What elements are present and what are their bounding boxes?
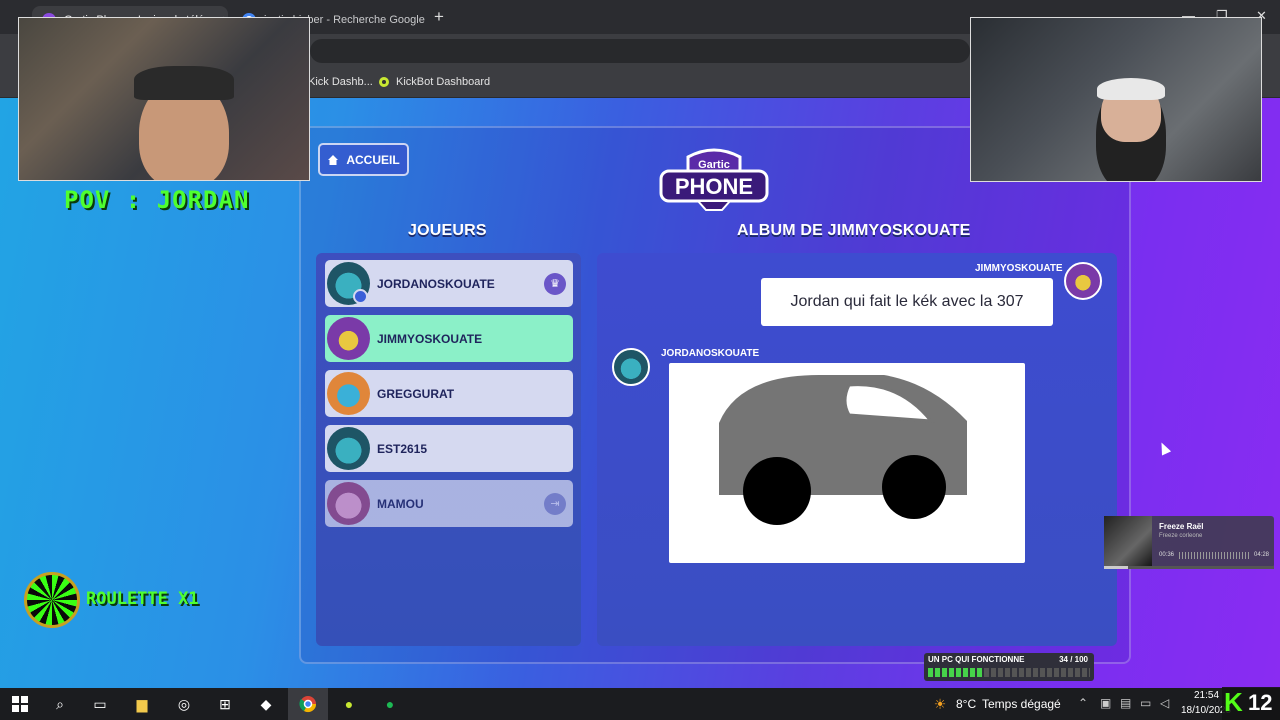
- player-name: EST2615: [377, 441, 428, 456]
- player-row-jordanoskouate[interactable]: JORDANOSKOUATE ♛: [325, 260, 573, 307]
- now-playing-widget: Freeze Raël Freeze corleone 00:36 04:28: [1104, 516, 1274, 569]
- home-icon: [328, 154, 339, 165]
- tray-chevron-icon[interactable]: ⌃: [1078, 696, 1088, 710]
- spotify-icon[interactable]: ●: [380, 694, 400, 714]
- kickbot-icon: [379, 77, 389, 87]
- webcam-left: [18, 17, 310, 181]
- taskbar: ⌕ ▭ ▆ ◎ ⊞ ◆ ● ● ☀ 8°C Temps dégagé ⌃ ▣ ▤…: [0, 688, 1280, 720]
- crown-icon: ♛: [544, 272, 566, 295]
- prompt-bubble: Jordan qui fait le kék avec la 307: [761, 278, 1053, 326]
- app-grid-icon[interactable]: ⊞: [215, 694, 235, 714]
- player-row-mamou[interactable]: MAMOU ⇥: [325, 480, 573, 527]
- hat-shape: [134, 66, 234, 100]
- host-badge-icon: [353, 289, 368, 304]
- obs-icon[interactable]: ◎: [174, 694, 194, 714]
- prompt-author-avatar: [1064, 262, 1102, 300]
- drawing-canvas: UN PC QUI FONCTIONNE 34 / 100: [669, 363, 1094, 681]
- player-row-greggurat[interactable]: GREGGURAT: [325, 370, 573, 417]
- chrome-icon[interactable]: [298, 694, 318, 714]
- leave-icon: ⇥: [544, 492, 566, 515]
- avatar: [327, 427, 370, 470]
- bookmark-kick-dashboard[interactable]: Kick Dashb...: [308, 76, 373, 88]
- webcam-right: [970, 17, 1262, 182]
- achievement-progress: [928, 668, 1090, 677]
- player-name: MAMOU: [377, 496, 424, 511]
- weather-temp: 8°C: [956, 697, 977, 711]
- achievement-label: UN PC QUI FONCTIONNE: [928, 655, 1025, 664]
- song-elapsed: 00:36: [1159, 552, 1175, 558]
- weather-icon: ☀: [933, 695, 947, 712]
- address-input[interactable]: [310, 39, 970, 63]
- song-duration: 04:28: [1254, 552, 1270, 558]
- task-view-icon[interactable]: ▭: [90, 694, 110, 714]
- players-heading: JOUEURS: [408, 222, 487, 239]
- app-icon[interactable]: ◆: [256, 694, 276, 714]
- kick-viewer-count: 12: [1248, 690, 1273, 715]
- player-row-est2615[interactable]: EST2615: [325, 425, 573, 472]
- player-name: GREGGURAT: [377, 386, 455, 401]
- avatar: [327, 317, 370, 360]
- logo-bottom-text: PHONE: [675, 174, 753, 199]
- avatar: [327, 482, 370, 525]
- weather-description: Temps dégagé: [982, 697, 1061, 711]
- logo-top-text: Gartic: [698, 159, 730, 171]
- kickbot-taskbar-icon[interactable]: ●: [339, 694, 359, 714]
- waveform: [1179, 552, 1249, 559]
- song-artist: Freeze corleone: [1159, 533, 1203, 539]
- album-heading: ALBUM DE JIMMYOSKOUATE: [737, 222, 971, 239]
- player-name: JIMMYOSKOUATE: [377, 331, 483, 346]
- windows-start-icon[interactable]: [10, 694, 30, 714]
- bookmark-kickbot-dashboard[interactable]: KickBot Dashboard: [378, 76, 490, 88]
- volume-icon[interactable]: ◁: [1160, 696, 1169, 710]
- pov-label: POV : JORDAN: [64, 186, 250, 214]
- car-drawing: [719, 375, 967, 525]
- avatar: [327, 372, 370, 415]
- gartic-phone-logo: Gartic PHONE: [659, 148, 769, 211]
- home-button[interactable]: ACCUEIL: [318, 143, 409, 176]
- drawing-author-avatar: [612, 348, 650, 386]
- kick-viewer-badge: K 12: [1222, 687, 1280, 720]
- roulette-label: ROULETTE X1: [86, 589, 199, 609]
- roulette-wheel-icon: [24, 572, 80, 628]
- search-icon[interactable]: ⌕: [50, 694, 70, 714]
- player-name: JORDANOSKOUATE: [377, 276, 495, 291]
- player-row-jimmyoskouate[interactable]: JIMMYOSKOUATE: [325, 315, 573, 362]
- achievement-progress-fill: [928, 668, 984, 677]
- achievement-count: 34 / 100: [1059, 655, 1088, 664]
- drawing-author: JORDANOSKOUATE: [661, 348, 760, 359]
- album-panel: JIMMYOSKOUATE Jordan qui fait le kék ave…: [597, 253, 1117, 681]
- tray-app-icon[interactable]: ▣: [1100, 696, 1111, 710]
- achievement-toast: UN PC QUI FONCTIONNE 34 / 100: [924, 653, 1094, 681]
- kick-logo-icon: K: [1224, 687, 1243, 717]
- prompt-author: JIMMYOSKOUATE: [975, 263, 1063, 274]
- cap-shape: [1097, 78, 1165, 100]
- song-title: Freeze Raël: [1159, 522, 1204, 531]
- album-art: [1104, 516, 1152, 568]
- file-explorer-icon[interactable]: ▆: [132, 694, 152, 714]
- song-progress: [1104, 566, 1274, 569]
- new-tab-icon[interactable]: +: [434, 7, 444, 27]
- players-panel: JORDANOSKOUATE ♛ JIMMYOSKOUATE GREGGURAT…: [316, 253, 581, 646]
- network-icon[interactable]: ▭: [1140, 696, 1151, 710]
- tray-app-icon[interactable]: ▤: [1120, 696, 1131, 710]
- clock-time[interactable]: 21:54: [1194, 690, 1219, 701]
